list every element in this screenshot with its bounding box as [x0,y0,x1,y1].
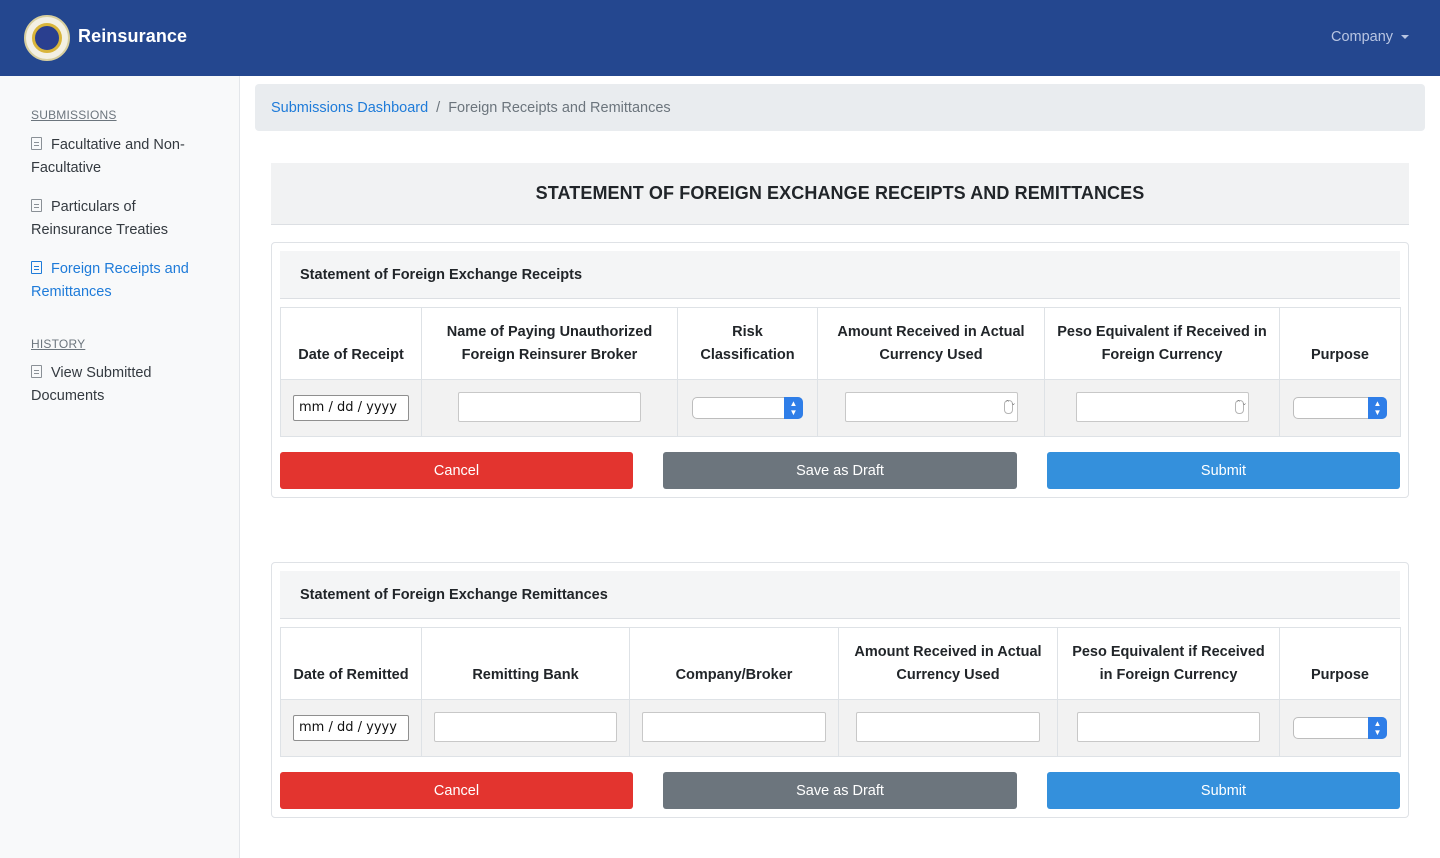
table-cell [421,379,678,437]
select-arrows-icon: ▲ ▼ [784,397,803,419]
breadcrumb-link-dashboard[interactable]: Submissions Dashboard [271,100,428,116]
company-dropdown-label: Company [1331,29,1394,45]
table-cell: ▲ ▼ [677,379,818,437]
brand-logo[interactable] [24,15,70,61]
remittances-card: Statement of Foreign Exchange Remittance… [271,562,1409,818]
receipts-save-draft-button[interactable]: Save as Draft [663,452,1017,489]
table-cell: mm / dd / yyyy [280,699,422,757]
remittances-submit-button[interactable]: Submit [1047,772,1400,809]
table-cell: ▲ ▼ [1279,379,1401,437]
sidebar-item-label: Foreign Receipts and Remittances [31,261,189,300]
column-header: Amount Received in Actual Currency Used [817,307,1045,380]
column-header: Peso Equivalent if Received in Foreign C… [1057,627,1280,700]
amount-received-input[interactable] [856,711,1040,742]
remittances-cancel-button[interactable]: Cancel [280,772,633,809]
receipts-card-header: Statement of Foreign Exchange Receipts [280,251,1400,299]
sidebar-item-view-submitted[interactable]: View Submitted Documents [31,362,181,408]
sidebar-item-label: View Submitted Documents [31,365,152,404]
column-header: Peso Equivalent if Received in Foreign C… [1044,307,1280,380]
top-navbar: Reinsurance Company [0,0,1440,76]
date-of-receipt-input[interactable]: mm / dd / yyyy [293,395,409,421]
column-header: Purpose [1279,307,1401,380]
sidebar: SUBMISSIONS Facultative and Non-Facultat… [0,76,240,858]
select-arrows-icon: ▲ ▼ [1368,397,1387,419]
column-header: Date of Receipt [280,307,422,380]
column-header: Date of Remitted [280,627,422,700]
company-broker-input[interactable] [642,711,826,742]
document-icon [31,199,42,212]
spinner-icon: ⌃⌄ [1003,399,1016,414]
purpose-select[interactable]: ▲ ▼ [1293,717,1387,739]
purpose-select[interactable]: ▲ ▼ [1293,397,1387,419]
table-header-row: Date of Receipt Name of Paying Unauthori… [280,307,1401,380]
column-header: Name of Paying Unauthorized Foreign Rein… [421,307,678,380]
sidebar-item-reinsurance-treaties[interactable]: Particulars of Reinsurance Treaties [31,196,181,242]
sidebar-heading-submissions: SUBMISSIONS [31,108,117,122]
sidebar-item-foreign-receipts[interactable]: Foreign Receipts and Remittances [31,258,201,304]
column-header: Risk Classification [677,307,818,380]
select-arrows-icon: ▲ ▼ [1368,717,1387,739]
column-header: Amount Received in Actual Currency Used [838,627,1058,700]
column-header: Remitting Bank [421,627,630,700]
receipts-table: Date of Receipt Name of Paying Unauthori… [280,307,1401,437]
sidebar-item-facultative[interactable]: Facultative and Non-Facultative [31,134,211,180]
table-cell [421,699,630,757]
peso-equivalent-input[interactable]: ⌃⌄ [1075,391,1249,422]
document-icon [31,365,42,378]
sidebar-item-label: Particulars of Reinsurance Treaties [31,199,169,238]
remittances-save-draft-button[interactable]: Save as Draft [663,772,1017,809]
remittances-card-header: Statement of Foreign Exchange Remittance… [280,571,1400,619]
table-cell: ⌃⌄ [1044,379,1280,437]
receipts-card: Statement of Foreign Exchange Receipts D… [271,242,1409,498]
column-header: Purpose [1279,627,1401,700]
table-row: mm / dd / yyyy ▲ ▼ ⌃⌄ ⌃⌄ ▲ ▼ [280,379,1401,437]
amount-received-input[interactable]: ⌃⌄ [844,391,1018,422]
peso-equivalent-input[interactable] [1077,711,1260,742]
page-title-box: STATEMENT OF FOREIGN EXCHANGE RECEIPTS A… [271,163,1409,225]
table-cell: mm / dd / yyyy [280,379,422,437]
column-header: Company/Broker [629,627,839,700]
seal-icon [32,23,62,53]
sidebar-heading-history: HISTORY [31,337,86,351]
receipts-cancel-button[interactable]: Cancel [280,452,633,489]
spinner-icon: ⌃⌄ [1234,399,1247,414]
table-cell [838,699,1058,757]
table-row: mm / dd / yyyy ▲ ▼ [280,699,1401,757]
remitting-bank-input[interactable] [434,711,617,742]
breadcrumb-current: Foreign Receipts and Remittances [448,99,671,116]
page-title: STATEMENT OF FOREIGN EXCHANGE RECEIPTS A… [535,183,1145,203]
brand-name[interactable]: Reinsurance [78,26,187,47]
table-cell: ▲ ▼ [1279,699,1401,757]
sidebar-item-label: Facultative and Non-Facultative [31,137,185,176]
document-icon [31,261,42,274]
breadcrumb-separator: / [436,99,441,116]
document-icon [31,137,42,150]
table-cell [629,699,839,757]
paying-broker-input[interactable] [458,391,641,422]
receipts-submit-button[interactable]: Submit [1047,452,1400,489]
company-dropdown[interactable]: Company [1331,29,1410,45]
table-cell: ⌃⌄ [817,379,1045,437]
caret-down-icon [1401,35,1410,39]
risk-classification-select[interactable]: ▲ ▼ [692,397,803,419]
table-cell [1057,699,1280,757]
remittances-table: Date of Remitted Remitting Bank Company/… [280,627,1401,757]
breadcrumb: Submissions Dashboard / Foreign Receipts… [255,84,1425,131]
date-of-remitted-input[interactable]: mm / dd / yyyy [293,715,409,741]
table-header-row: Date of Remitted Remitting Bank Company/… [280,627,1401,700]
